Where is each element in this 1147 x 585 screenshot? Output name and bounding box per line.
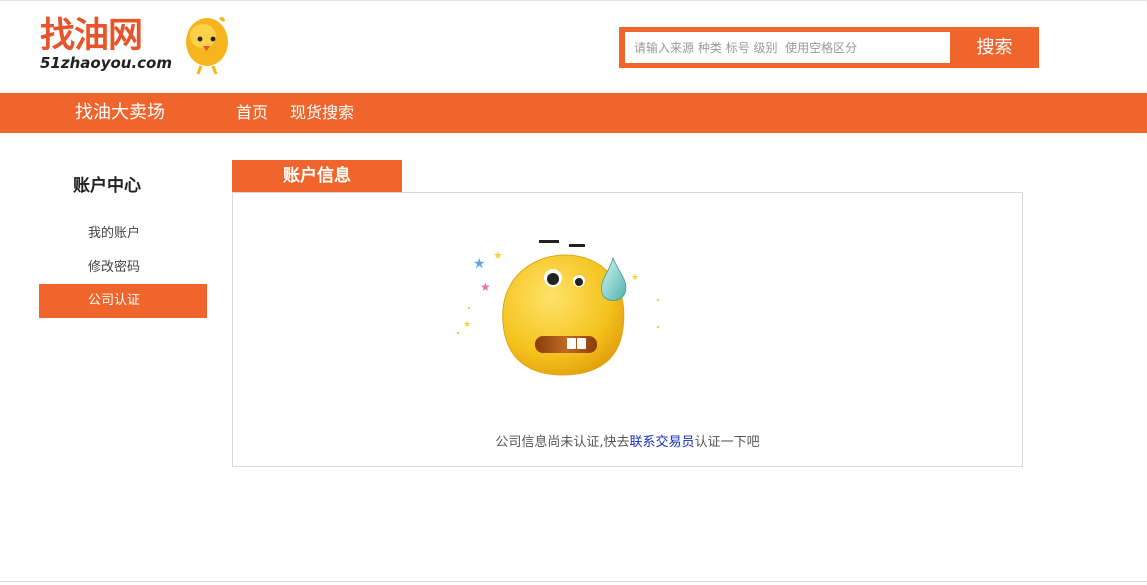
logo-domain: 51zhaoyou.com — [40, 54, 172, 72]
account-info-panel: ★ ★ ★ ★ ★ 公司信息尚未认证,快去联系交易员认证一下吧 — [232, 192, 1023, 467]
svg-text:★: ★ — [480, 280, 491, 294]
account-info-tab: 账户信息 — [232, 160, 402, 192]
site-logo[interactable]: 找油网 51zhaoyou.com — [38, 12, 238, 78]
sidebar-item-company-verification[interactable]: 公司认证 — [39, 284, 207, 318]
search-bar: 搜索 — [619, 27, 1039, 68]
message-text-before: 公司信息尚未认证,快去 — [495, 435, 630, 450]
svg-text:★: ★ — [493, 249, 503, 262]
bottom-divider — [0, 581, 1147, 582]
verification-message: 公司信息尚未认证,快去联系交易员认证一下吧 — [233, 433, 1022, 453]
main-navbar: 找油大卖场 首页 现货搜索 — [0, 93, 1147, 133]
nav-brand[interactable]: 找油大卖场 — [75, 93, 165, 133]
sidebar-item-my-account[interactable]: 我的账户 — [39, 217, 207, 251]
contact-trader-link[interactable]: 联系交易员 — [630, 435, 695, 450]
nav-home-link[interactable]: 首页 — [236, 93, 268, 133]
svg-text:★: ★ — [473, 256, 486, 272]
sweating-emoji-icon: ★ ★ ★ ★ ★ — [456, 240, 660, 376]
logo-text: 找油网 — [40, 16, 143, 56]
search-button[interactable]: 搜索 — [950, 27, 1039, 68]
nav-spot-search-link[interactable]: 现货搜索 — [290, 93, 354, 133]
search-input[interactable] — [625, 32, 950, 63]
svg-text:★: ★ — [463, 320, 471, 330]
message-text-after: 认证一下吧 — [694, 435, 760, 450]
svg-text:★: ★ — [631, 273, 639, 283]
sidebar-title: 账户中心 — [73, 176, 141, 196]
top-divider — [0, 0, 1147, 1]
sidebar-item-change-password[interactable]: 修改密码 — [39, 251, 207, 285]
chick-mascot-icon — [186, 17, 228, 75]
